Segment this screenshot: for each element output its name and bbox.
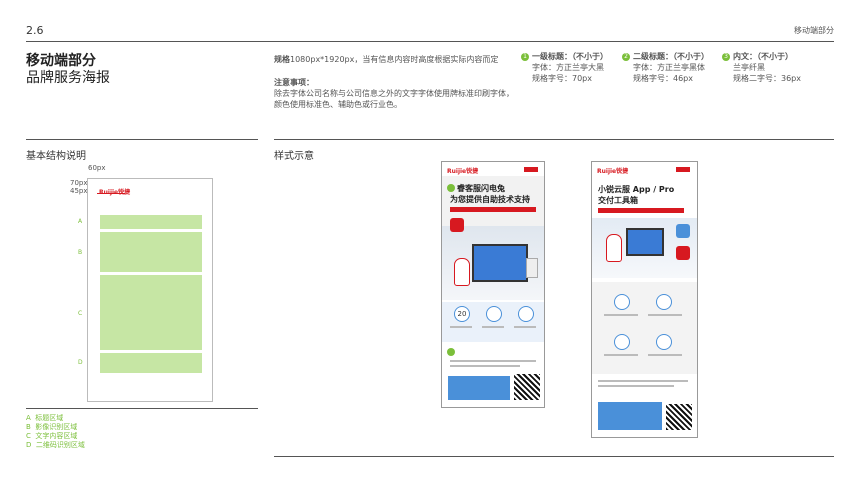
zone-c xyxy=(100,275,202,350)
spec-label: 规格 xyxy=(274,55,290,64)
poster-1-qr-code xyxy=(514,374,540,400)
level-1-title: 一级标题：（不小于） xyxy=(532,52,608,61)
structure-diagram: 60px 70px 45px Ruijie锐捷 A B C D xyxy=(60,160,220,410)
level-2-badge: 2 xyxy=(622,52,630,61)
legend-divider xyxy=(26,408,258,409)
level-2: 2 二级标题：（不小于） 字体：方正兰亭黑体 规格字号：46px xyxy=(622,51,709,84)
poster-2-subtitle-bar xyxy=(598,208,684,213)
notes-line-1: 除去字体公司名称与公司信息之外的文字字体使用牌标准印刷字体， xyxy=(274,89,514,98)
poster-1-title-1: 睿客服闪电兔 xyxy=(457,184,505,193)
support-icon xyxy=(518,306,534,322)
level-1-font: 字体：方正兰亭大黑 xyxy=(532,63,604,72)
poster-1-subtitle-bar xyxy=(450,207,536,212)
poster-1-bullet xyxy=(447,184,455,192)
poster-1-phone xyxy=(526,258,538,278)
user-icon xyxy=(656,334,672,350)
structure-divider xyxy=(26,139,258,140)
poster-2: Ruijie锐捷 小锐云服 App / Pro 交付工具箱 xyxy=(591,161,698,438)
poster-1-app-icon xyxy=(450,218,464,232)
poster-1-feature-text xyxy=(450,326,472,328)
poster-2-body-text xyxy=(598,385,674,387)
poster-1-body-text xyxy=(450,360,536,362)
level-1-size: 规格字号：70px xyxy=(532,74,592,83)
zone-c-label: C xyxy=(78,310,83,317)
poster-1-cta-box xyxy=(448,376,510,400)
spec-line: 规格1080px*1920px，当有信息内容时高度根据实际内容而定 xyxy=(274,54,498,65)
header-divider xyxy=(26,41,834,42)
poster-2-mascot xyxy=(606,234,622,262)
poster-2-badge xyxy=(676,167,690,172)
globe-icon xyxy=(486,306,502,322)
zone-b-label: B xyxy=(78,249,83,256)
poster-2-app-icon xyxy=(676,224,690,238)
page-subtitle: 品牌服务海报 xyxy=(26,70,110,86)
legend-b: B 影像识别区域 xyxy=(26,423,78,431)
poster-1-stat: 20 xyxy=(454,306,470,322)
poster-1-badge xyxy=(524,167,538,172)
level-2-size: 规格字号：46px xyxy=(633,74,693,83)
poster-2-monitor xyxy=(626,228,664,256)
poster-1-body-text xyxy=(450,365,520,367)
poster-2-app-icon xyxy=(676,246,690,260)
level-3-size: 规格二字号：36px xyxy=(733,74,801,83)
level-3: 3 内文：（不小于） 兰亭纤黑 规格二字号：36px xyxy=(722,51,801,84)
notes-line-2: 颜色使用标准色、辅助色或行业色。 xyxy=(274,100,402,109)
poster-1-feature-text xyxy=(482,326,504,328)
poster-2-feature-text xyxy=(604,354,638,356)
dim-60: 60px xyxy=(88,164,106,172)
poster-1-section-bullet xyxy=(447,348,455,356)
poster-1-feature-text xyxy=(514,326,536,328)
document-icon xyxy=(656,294,672,310)
zone-legend: A 标题区域 B 影像识别区域 C 文字内容区域 D 二维码识别区域 xyxy=(26,414,85,450)
level-1-badge: 1 xyxy=(521,52,529,61)
document-icon xyxy=(614,294,630,310)
legend-a: A 标题区域 xyxy=(26,414,64,422)
poster-2-feature-text xyxy=(648,314,682,316)
level-3-font: 兰亭纤黑 xyxy=(733,63,765,72)
poster-2-title-1: 小锐云服 App / Pro xyxy=(598,185,675,194)
poster-2-title-2: 交付工具箱 xyxy=(598,196,638,205)
poster-2-feature-text xyxy=(604,314,638,316)
poster-2-logo: Ruijie锐捷 xyxy=(597,168,629,175)
section-number: 2.6 xyxy=(26,24,44,37)
legend-c: C 文字内容区域 xyxy=(26,432,78,440)
poster-1-title-2: 为您提供自助技术支持 xyxy=(450,195,530,204)
dim-70: 70px xyxy=(70,179,88,187)
level-2-title: 二级标题：（不小于） xyxy=(633,52,709,61)
level-2-font: 字体：方正兰亭黑体 xyxy=(633,63,705,72)
logo-underline xyxy=(97,193,125,194)
poster-2-body-text xyxy=(598,380,688,382)
level-3-badge: 3 xyxy=(722,52,730,61)
zone-a-label: A xyxy=(78,218,83,225)
zone-a xyxy=(100,215,202,229)
poster-2-cta-box xyxy=(598,402,662,430)
section-name: 移动端部分 xyxy=(794,26,834,35)
poster-2-features xyxy=(592,282,697,374)
level-3-title: 内文：（不小于） xyxy=(733,52,793,61)
poster-2-feature-text xyxy=(648,354,682,356)
level-1: 1 一级标题：（不小于） 字体：方正兰亭大黑 规格字号：70px xyxy=(521,51,608,84)
poster-2-qr-code xyxy=(666,404,692,430)
legend-d: D 二维码识别区域 xyxy=(26,441,85,449)
spec-text: 1080px*1920px，当有信息内容时高度根据实际内容而定 xyxy=(290,55,499,64)
poster-1-logo: Ruijie锐捷 xyxy=(447,168,479,175)
dim-45: 45px xyxy=(70,187,88,195)
zone-d-label: D xyxy=(78,359,83,366)
structure-logo: Ruijie锐捷 xyxy=(99,187,130,196)
notes-label: 注意事项： xyxy=(274,78,314,87)
style-divider xyxy=(274,139,834,140)
zone-b xyxy=(100,232,202,272)
style-heading: 样式示意 xyxy=(274,151,314,162)
poster-1: Ruijie锐捷 睿客服闪电兔 为您提供自助技术支持 20 xyxy=(441,161,545,408)
briefcase-icon xyxy=(614,334,630,350)
poster-1-monitor xyxy=(472,244,528,282)
zone-d xyxy=(100,353,202,373)
poster-1-mascot xyxy=(454,258,470,286)
footer-divider xyxy=(274,456,834,457)
